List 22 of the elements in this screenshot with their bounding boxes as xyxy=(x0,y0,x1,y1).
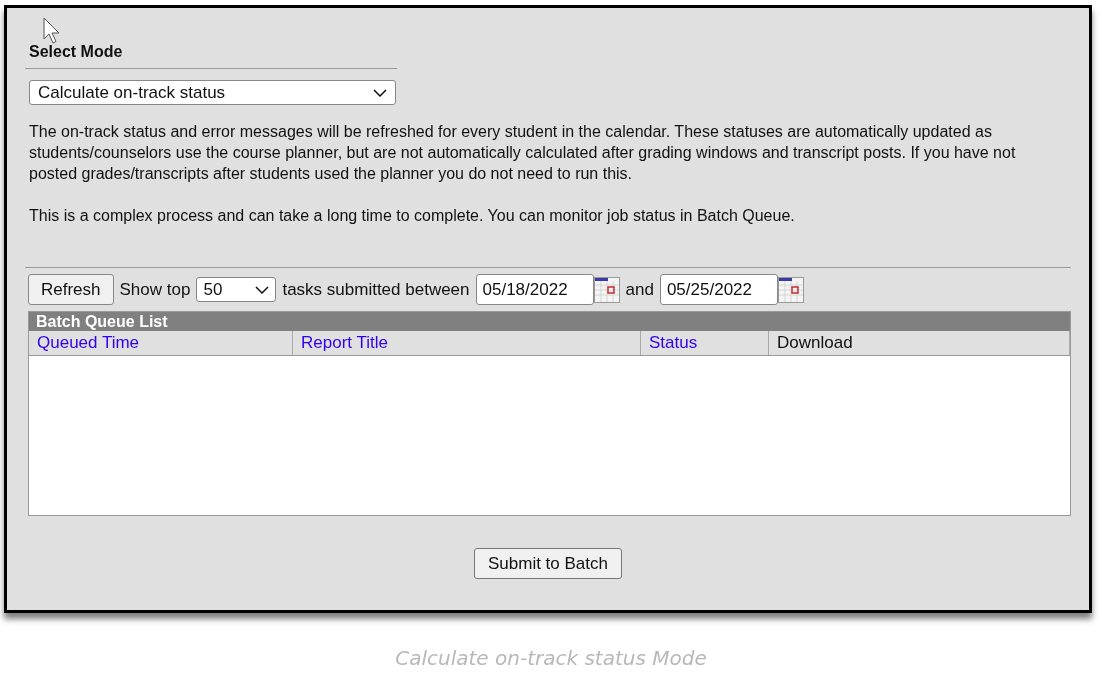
calendar-icon[interactable] xyxy=(593,276,620,303)
start-date-field[interactable]: 05/18/2022 xyxy=(475,274,594,305)
description-paragraph: The on-track status and error messages will be refreshed for every student in the calendar. These statuses are automatically updated as students/counselors use the course planner, but are not automatically calculated after grading windows and transcript posts. If you have not posted grades/transcripts after students used the planner you do not need to run this. xyxy=(29,122,1017,184)
count-select[interactable]: 50 xyxy=(196,277,277,302)
between-label: tasks submitted between xyxy=(282,278,470,301)
calendar-icon[interactable] xyxy=(777,276,804,303)
column-header[interactable]: Status xyxy=(641,331,769,355)
refresh-button[interactable]: Refresh xyxy=(28,274,114,305)
column-header: Download xyxy=(769,331,1070,355)
section-heading: Select Mode xyxy=(28,42,124,62)
and-label: and xyxy=(625,278,654,301)
chevron-down-icon xyxy=(255,285,270,294)
table-title: Batch Queue List xyxy=(29,312,1070,331)
mode-select[interactable]: Calculate on-track status xyxy=(29,80,396,105)
column-header[interactable]: Queued Time xyxy=(29,331,293,355)
description-paragraph: This is a complex process and can take a long time to complete. You can monitor job status in Batch Queue. xyxy=(29,206,796,226)
chevron-down-icon xyxy=(373,88,387,97)
image-caption: Calculate on-track status Mode xyxy=(394,645,708,672)
end-date-field[interactable]: 05/25/2022 xyxy=(659,274,778,305)
submit-button[interactable]: Submit to Batch xyxy=(474,548,622,579)
show-top-label: Show top xyxy=(119,278,191,301)
column-header[interactable]: Report Title xyxy=(293,331,641,355)
